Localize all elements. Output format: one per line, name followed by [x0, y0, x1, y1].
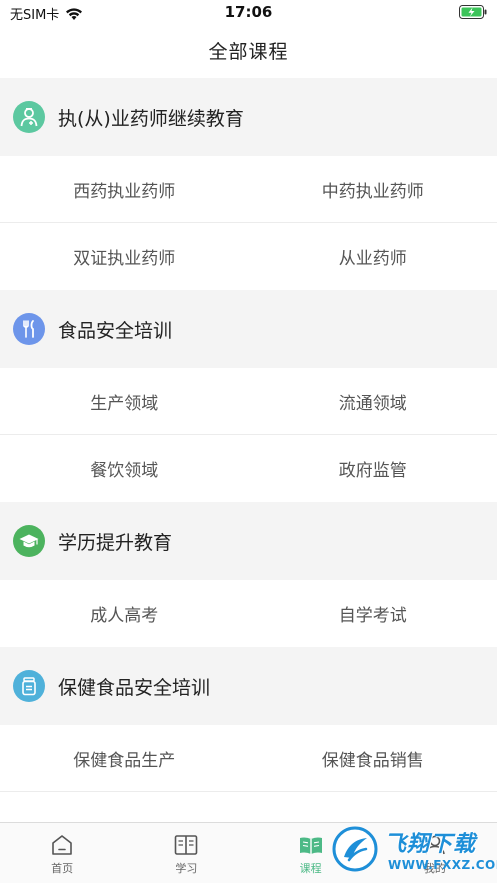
section-title: 学历提升教育 [58, 531, 173, 554]
course-row: 成人高考 自学考试 [0, 580, 497, 647]
open-book-icon [299, 837, 322, 854]
section-header-food-safety: 食品安全培训 [0, 290, 497, 368]
home-icon [52, 835, 72, 855]
tab-home[interactable]: 首页 [0, 823, 124, 883]
course-item[interactable]: 成人高考 [0, 580, 249, 647]
course-item[interactable]: 政府监管 [249, 435, 497, 502]
course-item[interactable]: 西药执业药师 [0, 156, 249, 222]
section-title: 执(从)业药师继续教育 [58, 107, 244, 130]
course-item[interactable]: 流通领域 [249, 368, 497, 434]
section-header-health-food: 保健食品安全培训 [0, 647, 497, 725]
book-icon [175, 835, 198, 855]
section-header-education: 学历提升教育 [0, 502, 497, 580]
status-bar: 无SIM卡 17:06 [0, 0, 497, 26]
section-header-pharmacist: 执(从)业药师继续教育 [0, 78, 497, 156]
course-list[interactable]: 执(从)业药师继续教育 西药执业药师 中药执业药师 双证执业药师 从业药师 食品… [0, 78, 497, 822]
course-row: 生产领域 流通领域 [0, 368, 497, 435]
course-row: 双证执业药师 从业药师 [0, 223, 497, 290]
health-jar-icon [13, 670, 45, 702]
course-item[interactable]: 中药执业药师 [249, 156, 497, 222]
section-title: 保健食品安全培训 [58, 676, 211, 699]
fork-knife-icon [13, 313, 45, 345]
watermark: 飞翔下载 WWW.FXXZ.COM [330, 820, 497, 883]
watermark-brand: 飞翔下载 [384, 832, 477, 857]
course-row: 餐饮领域 政府监管 [0, 435, 497, 502]
course-item[interactable]: 保健食品销售 [249, 725, 497, 791]
tab-label: 首页 [51, 862, 74, 875]
course-item[interactable]: 从业药师 [249, 223, 497, 290]
course-row: 西药执业药师 中药执业药师 [0, 156, 497, 223]
course-item[interactable]: 生产领域 [0, 368, 249, 434]
status-time: 17:06 [224, 3, 273, 21]
battery-charging-icon [459, 5, 487, 19]
course-row: 保健食品生产 保健食品销售 [0, 725, 497, 792]
section-title: 食品安全培训 [58, 319, 173, 342]
pharmacist-icon [13, 101, 45, 133]
nav-bar: 全部课程 [0, 26, 497, 74]
tab-study[interactable]: 学习 [124, 823, 248, 883]
watermark-logo-icon [332, 826, 378, 872]
watermark-url: WWW.FXXZ.COM [388, 858, 497, 872]
course-item[interactable]: 自学考试 [249, 580, 497, 647]
tab-label: 课程 [299, 862, 322, 875]
course-item[interactable]: 餐饮领域 [0, 435, 249, 502]
page-title: 全部课程 [208, 40, 289, 63]
graduation-cap-icon [13, 525, 45, 557]
tab-label: 学习 [175, 862, 198, 875]
course-item[interactable]: 保健食品生产 [0, 725, 249, 791]
course-item[interactable]: 双证执业药师 [0, 223, 249, 290]
